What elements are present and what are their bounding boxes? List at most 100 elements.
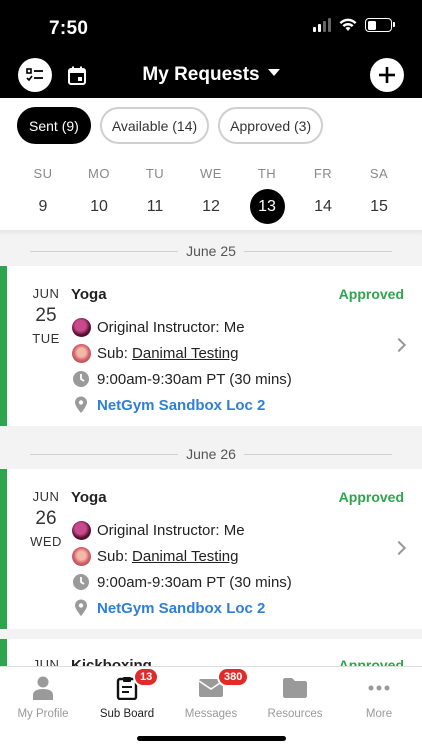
avatar [71,343,91,363]
add-request-button[interactable] [370,58,404,92]
original-instructor-row: Original Instructor: Me [71,517,292,543]
sub-row: Sub: Danimal Testing [71,543,292,569]
day-tuesday[interactable]: TU 11 [127,166,183,224]
filter-pills: Sent (9) Available (14) Approved (3) [17,107,324,144]
avatar [71,520,91,540]
date-separator-label: June 26 [178,446,244,462]
sub-name-link[interactable]: Danimal Testing [132,548,238,565]
location-pin-icon [75,396,87,413]
card-month: JUN [32,286,60,301]
time-row: 9:00am-9:30am PT (30 mins) [71,569,292,595]
wifi-icon [339,18,357,31]
card-month: JUN [32,657,60,666]
day-number: 12 [202,198,220,215]
status-badge: Approved [338,657,404,666]
request-card[interactable]: JUN Kickboxing Approved [0,639,422,666]
card-date: JUN [29,657,63,666]
day-friday[interactable]: FR 14 [295,166,351,224]
card-weekday: TUE [32,331,60,346]
clock-icon [73,371,89,387]
tab-label: More [365,708,393,720]
plus-icon [379,67,395,83]
day-thursday[interactable]: TH 13 [239,166,295,224]
sub-label: Sub: [97,344,128,362]
sub-label: Sub: [97,547,128,565]
location-link[interactable]: NetGym Sandbox Loc 2 [97,397,265,414]
date-separator: June 25 [0,236,422,266]
tab-label: Messages [184,708,238,720]
date-separator-label: June 25 [178,243,244,259]
sub-board-badge: 13 [133,667,160,687]
tab-more[interactable]: More [341,667,417,720]
card-day: 25 [35,305,57,326]
original-instructor-row: Original Instructor: Me [71,314,292,340]
week-strip: SU 9 MO 10 TU 11 WE 12 TH 13 FR 14 SA 15 [15,166,407,224]
date-separator: June 26 [0,439,422,469]
day-wednesday[interactable]: WE 12 [183,166,239,224]
card-weekday: WED [30,534,62,549]
home-indicator[interactable] [137,736,286,741]
battery-icon [365,18,395,32]
tab-label: My Profile [17,708,69,720]
day-label: MO [88,166,110,181]
page-title-dropdown[interactable]: My Requests [0,64,422,86]
request-card[interactable]: JUN 26 WED Yoga Approved Original Instru… [0,469,422,629]
class-name: Yoga [71,286,107,303]
tab-messages[interactable]: 380 Messages [173,667,250,720]
day-monday[interactable]: MO 10 [71,166,127,224]
app-header: 7:50 My Requests [0,0,422,98]
card-month: JUN [32,489,60,504]
request-list[interactable]: June 25 JUN 25 TUE Yoga Approved Origina… [0,236,422,666]
day-number: 9 [38,198,48,215]
request-card[interactable]: JUN 25 TUE Yoga Approved Original Instru… [0,266,422,426]
avatar [71,317,91,337]
sub-row: Sub: Danimal Testing [71,340,292,366]
class-time: 9:00am-9:30am PT (30 mins) [97,573,292,591]
tab-label: Sub Board [99,708,155,720]
class-time: 9:00am-9:30am PT (30 mins) [97,370,292,388]
original-instructor: Original Instructor: Me [97,521,245,539]
day-number-selected: 13 [249,189,285,224]
location-row: NetGym Sandbox Loc 2 [71,392,292,418]
original-instructor: Original Instructor: Me [97,318,245,336]
signal-icon [313,18,331,32]
day-number: 10 [90,198,108,215]
day-label: SA [369,166,389,181]
sub-name-link[interactable]: Danimal Testing [132,345,238,362]
card-day: 26 [35,508,57,529]
tab-label: Resources [267,708,323,720]
filter-available[interactable]: Available (14) [99,107,210,144]
day-label: SU [33,166,53,181]
card-date: JUN 25 TUE [29,286,63,346]
filter-sent[interactable]: Sent (9) [17,107,91,144]
page-title: My Requests [142,64,260,85]
class-name: Yoga [71,489,107,506]
location-row: NetGym Sandbox Loc 2 [71,595,292,621]
status-badge: Approved [338,489,404,505]
day-saturday[interactable]: SA 15 [351,166,407,224]
day-number: 14 [314,198,332,215]
location-link[interactable]: NetGym Sandbox Loc 2 [97,600,265,617]
clock-icon [73,574,89,590]
tab-my-profile[interactable]: My Profile [5,667,81,720]
status-badge: Approved [338,286,404,302]
day-number: 11 [146,198,164,215]
chevron-right-icon[interactable] [391,540,407,556]
filter-approved[interactable]: Approved (3) [218,107,324,144]
messages-badge: 380 [217,667,250,687]
caret-down-icon [267,69,280,77]
tab-resources[interactable]: Resources [257,667,333,720]
day-label: TU [145,166,165,181]
day-number: 15 [370,198,388,215]
card-date: JUN 26 WED [29,489,63,549]
time-row: 9:00am-9:30am PT (30 mins) [71,366,292,392]
day-sunday[interactable]: SU 9 [15,166,71,224]
day-label: TH [257,166,277,181]
tab-sub-board[interactable]: 13 Sub Board [89,667,165,720]
chevron-right-icon[interactable] [391,337,407,353]
day-label: FR [313,166,333,181]
folder-icon [283,678,307,698]
status-time: 7:50 [49,18,89,39]
more-dots-icon [368,685,390,691]
location-pin-icon [75,599,87,616]
